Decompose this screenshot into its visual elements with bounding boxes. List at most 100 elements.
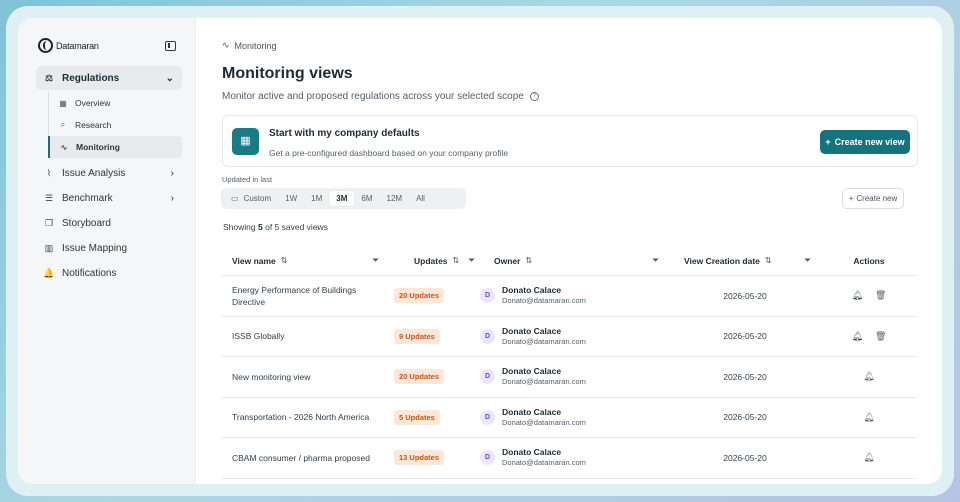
column-creation-date-label: View Creation date [684, 255, 760, 266]
time-range-1w[interactable]: 1W [278, 191, 304, 206]
avatar: D [480, 288, 495, 304]
create-new-button[interactable]: + Create new [842, 188, 904, 209]
avatar: D [480, 369, 495, 385]
owner-cell: D Donato Calace Donato@datamaran.com [480, 285, 668, 306]
sidebar-item-issue-mapping[interactable]: ▥ Issue Mapping [36, 236, 182, 261]
updates-cell: 9 Updates [390, 328, 480, 344]
updates-cell: 20 Updates [390, 369, 480, 385]
updated-in-last-label: Updated in last [222, 175, 273, 184]
view-name-cell[interactable]: Energy Performance of Buildings Directiv… [222, 284, 390, 308]
pulse-icon: ∿ [60, 142, 68, 152]
logo-mark-icon [38, 38, 53, 53]
column-owner[interactable]: Owner ⇅ ⏷ [480, 246, 668, 275]
column-owner-label: Owner [494, 255, 521, 266]
sidebar-item-label: Overview [75, 98, 111, 108]
sidebar-item-regulations[interactable]: ⚖ Regulations ⌄ [36, 66, 182, 90]
filter-icon[interactable]: ⏷ [372, 255, 379, 266]
view-name-cell[interactable]: New monitoring view [222, 371, 390, 383]
time-range-1m[interactable]: 1M [304, 191, 329, 206]
updates-badge[interactable]: 20 Updates [394, 369, 445, 385]
time-range-custom[interactable]: ▭ Custom [224, 191, 278, 206]
results-count-prefix: Showing [223, 222, 256, 232]
sort-icon[interactable]: ⇅ [281, 256, 288, 265]
sidebar-item-storyboard[interactable]: ❐ Storyboard [36, 211, 182, 236]
sidebar-item-benchmark[interactable]: ☰ Benchmark › [36, 186, 182, 211]
sidebar-item-overview[interactable]: ▦ Overview [49, 92, 182, 114]
creation-date-cell: 2026-05-20 [723, 371, 767, 382]
sidebar-item-label: Storyboard [62, 218, 111, 229]
time-range-all[interactable]: All [409, 191, 432, 206]
table-row[interactable]: Energy Performance of Buildings Directiv… [222, 276, 916, 317]
bell-icon[interactable]: 🔔︎ [863, 412, 874, 423]
table-row[interactable]: New monitoring view 20 Updates D Donato … [222, 357, 916, 398]
sidebar-item-research[interactable]: ⌕ Research [49, 114, 182, 136]
company-defaults-card: ▦ Start with my company defaults Get a p… [222, 115, 918, 167]
sidebar-item-label: Research [75, 120, 112, 130]
time-range-label: 1W [285, 194, 298, 203]
time-range-12m[interactable]: 12M [380, 191, 410, 206]
updates-cell: 20 Updates [390, 288, 480, 304]
sort-icon[interactable]: ⇅ [453, 256, 460, 265]
owner-email: Donato@datamaran.com [502, 336, 586, 346]
bell-filled-icon[interactable]: 🔔︎ [852, 290, 863, 301]
creation-date-cell: 2026-05-20 [723, 452, 767, 463]
updates-badge[interactable]: 5 Updates [394, 409, 440, 425]
owner-cell: D Donato Calace Donato@datamaran.com [480, 366, 668, 387]
view-name-cell[interactable]: Transportation - 2026 North America [222, 411, 390, 423]
column-updates-label: Updates [414, 255, 448, 266]
sort-icon[interactable]: ⇅ [765, 256, 772, 265]
filter-icon[interactable]: ⏷ [804, 255, 811, 266]
breadcrumb-item[interactable]: Monitoring [235, 41, 277, 51]
sidebar-item-notifications[interactable]: 🔔 Notifications [36, 261, 182, 286]
results-count: Showing 5 of 5 saved views [223, 222, 328, 232]
avatar: D [480, 328, 495, 344]
storyboard-icon: ❐ [44, 218, 54, 228]
create-new-view-button[interactable]: + Create new view [820, 130, 910, 154]
time-range-6m[interactable]: 6M [354, 191, 379, 206]
regulations-subnav: ▦ Overview ⌕ Research ∿ Monitoring [48, 92, 182, 158]
time-range-3m[interactable]: 3M [329, 191, 355, 206]
sort-icon[interactable]: ⇅ [525, 256, 532, 265]
filter-icon[interactable]: ⏷ [652, 255, 659, 266]
time-range-selector: ▭ Custom 1W 1M 3M 6M 12M All [221, 188, 466, 209]
bell-icon[interactable]: 🔔︎ [863, 371, 874, 382]
sidebar-item-label: Issue Mapping [62, 243, 128, 254]
create-new-view-label: Create new view [834, 137, 905, 147]
table-row[interactable]: Transportation - 2026 North America 5 Up… [222, 398, 916, 438]
monitoring-views-table: View name ⇅ ⏷ Updates ⇅ ⏷ Owner ⇅ ⏷ View… [222, 246, 916, 479]
table-row[interactable]: CBAM consumer / pharma proposed 13 Updat… [222, 438, 916, 479]
chart-icon: ⌇ [46, 168, 52, 178]
view-name-cell[interactable]: CBAM consumer / pharma proposed [222, 452, 390, 464]
pulse-icon: ∿ [222, 40, 230, 50]
bell-icon[interactable]: 🔔︎ [863, 452, 874, 463]
brand-logo[interactable]: Datamaran [38, 38, 99, 53]
time-range-label: All [416, 194, 425, 203]
column-creation-date[interactable]: View Creation date ⇅ ⏷ [668, 246, 822, 275]
main-content: ∿ Monitoring Monitoring views Monitor ac… [196, 18, 942, 484]
owner-name: Donato Calace [502, 325, 562, 336]
sidebar-item-monitoring[interactable]: ∿ Monitoring [48, 136, 182, 158]
updates-badge[interactable]: 9 Updates [394, 328, 440, 344]
sidebar-item-label: Regulations [62, 72, 120, 84]
updates-badge[interactable]: 20 Updates [394, 288, 445, 304]
sidebar-toggle-icon[interactable] [165, 41, 176, 51]
updates-badge[interactable]: 13 Updates [394, 450, 445, 466]
sidebar-item-issue-analysis[interactable]: ⌇ Issue Analysis › [36, 161, 182, 186]
creation-date-cell: 2026-05-20 [723, 331, 767, 342]
table-row[interactable]: ISSB Globally 9 Updates D Donato Calace … [222, 317, 916, 357]
actions-cell: 🔔︎ 🗑︎ [822, 290, 916, 301]
column-view-name[interactable]: View name ⇅ ⏷ [222, 246, 390, 275]
window-frame: Datamaran ⚖ Regulations ⌄ ▦ Overview ⌕ Rese… [6, 6, 954, 496]
dashboard-icon: ▦ [232, 128, 259, 155]
results-count-suffix: of 5 saved views [265, 222, 328, 232]
filter-icon[interactable]: ⏷ [468, 255, 475, 266]
bell-filled-icon[interactable]: 🔔︎ [852, 331, 863, 342]
help-icon[interactable]: ? [529, 92, 539, 101]
trash-icon[interactable]: 🗑︎ [875, 290, 886, 301]
view-name-cell[interactable]: ISSB Globally [222, 330, 390, 342]
actions-cell: 🔔︎ [822, 371, 916, 382]
column-updates[interactable]: Updates ⇅ ⏷ [390, 246, 480, 275]
trash-icon[interactable]: 🗑︎ [875, 331, 886, 342]
chevron-right-icon: › [170, 193, 174, 204]
scale-icon: ⚖ [44, 72, 54, 83]
